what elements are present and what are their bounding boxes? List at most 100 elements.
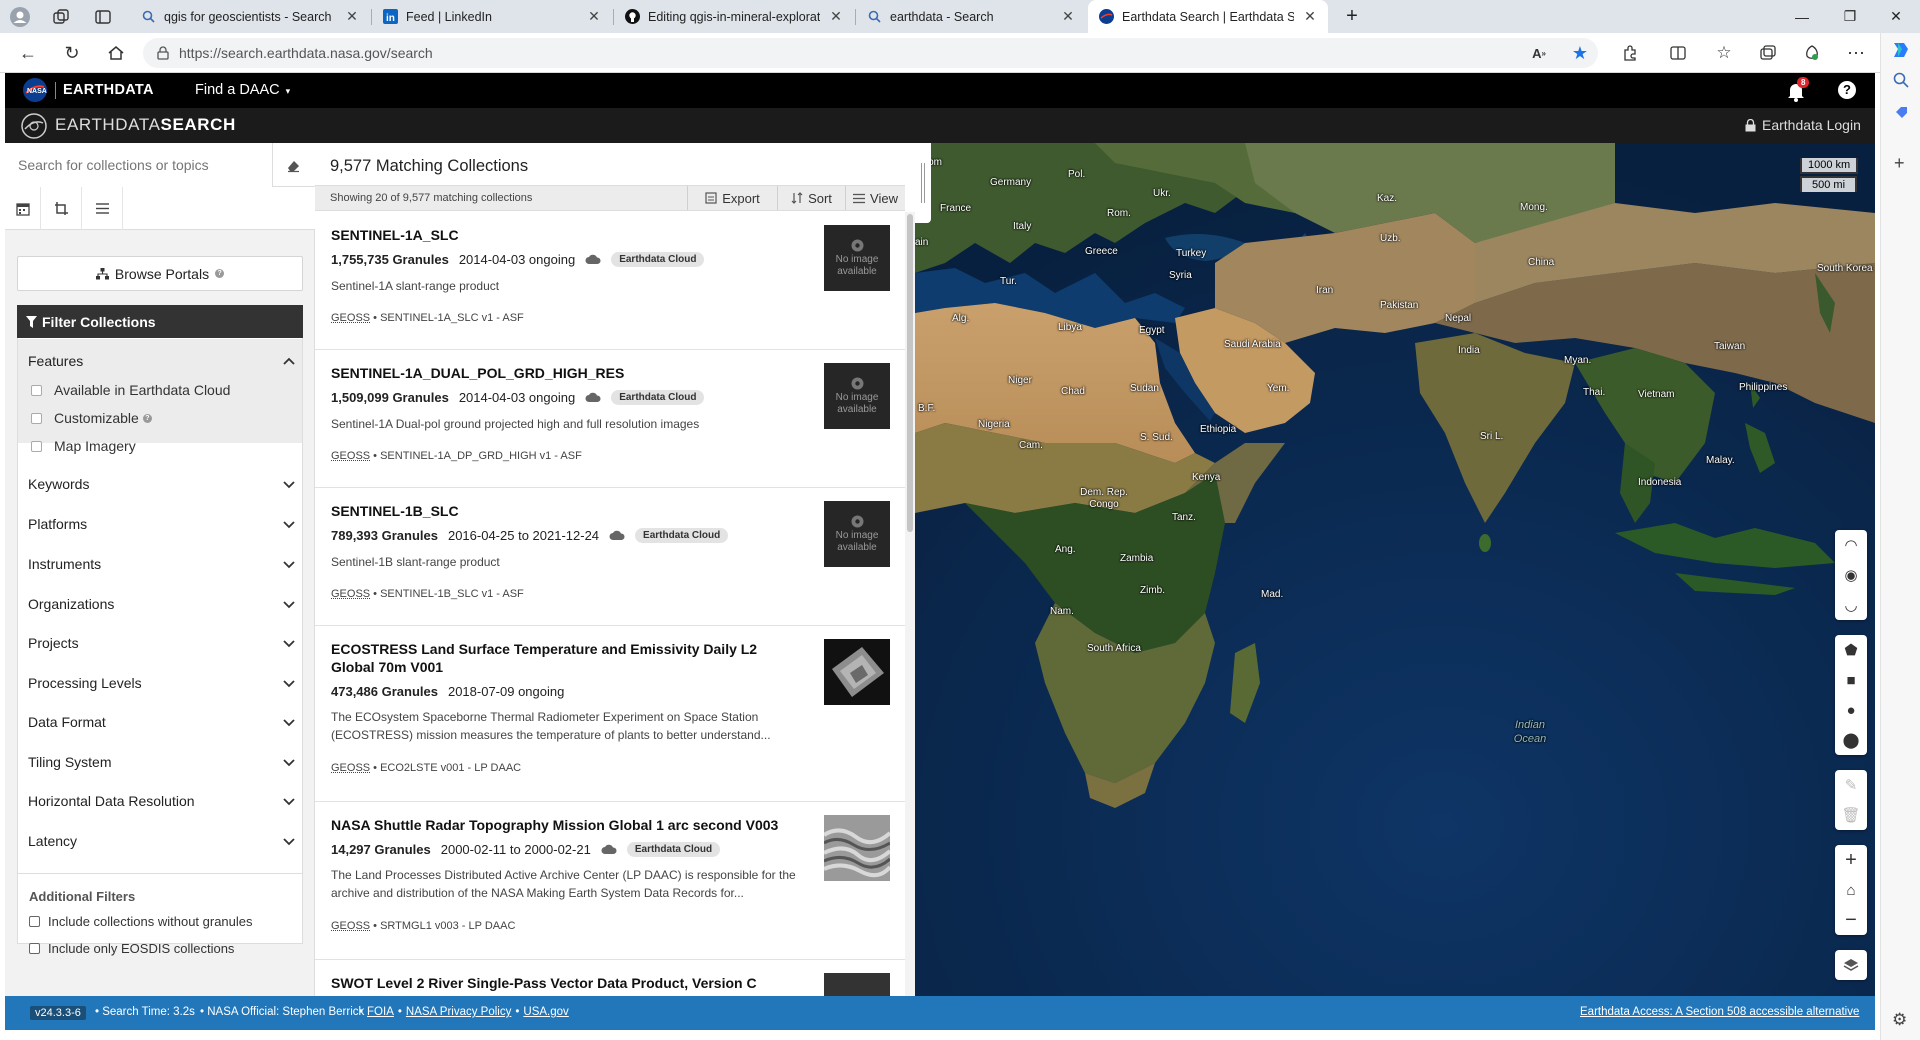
collection-thumbnail[interactable] <box>824 815 890 881</box>
geoss-tag[interactable]: GEOSS <box>331 312 370 324</box>
results-scrollbar-thumb[interactable] <box>907 214 913 532</box>
profile-icon[interactable] <box>10 7 30 27</box>
tab-github[interactable]: Editing qgis-in-mineral-exploratio ✕ <box>614 0 854 33</box>
collection-thumbnail[interactable] <box>824 639 890 705</box>
collection-title[interactable]: SENTINEL-1A_DUAL_POL_GRD_HIGH_RES <box>331 364 801 382</box>
nasa-meatball-logo[interactable] <box>21 113 47 139</box>
geoss-tag[interactable]: GEOSS <box>331 762 370 774</box>
earthdata-search-brand[interactable]: EARTHDATASEARCH <box>55 115 236 135</box>
globe-projection-icon[interactable]: ◉ <box>1835 560 1867 590</box>
url-field[interactable]: https://search.earthdata.nasa.gov/search <box>143 38 1598 68</box>
facet-data-format[interactable]: Data Format <box>2 702 302 742</box>
extensions-icon[interactable] <box>1616 41 1644 65</box>
copilot-icon[interactable] <box>1890 39 1912 61</box>
add-sidebar-icon[interactable]: + <box>1894 153 1905 174</box>
facet-instruments[interactable]: Instruments <box>2 544 302 584</box>
layers-icon[interactable] <box>1835 950 1867 980</box>
usa-gov-link[interactable]: USA.gov <box>523 1006 568 1018</box>
lock-icon[interactable] <box>157 46 169 60</box>
facet-platforms[interactable]: Platforms <box>2 504 302 544</box>
clear-search-eraser-icon[interactable] <box>285 157 301 173</box>
close-window-button[interactable]: ✕ <box>1874 0 1918 33</box>
close-tab-icon[interactable]: ✕ <box>828 8 844 25</box>
browser-essentials-icon[interactable] <box>1798 41 1826 65</box>
facet-projects[interactable]: Projects <box>2 623 302 663</box>
tab-qgis-search[interactable]: qgis for geoscientists - Search ✕ <box>130 0 370 33</box>
polygon-icon[interactable]: ⬟ <box>1835 635 1867 665</box>
restore-button[interactable]: ❐ <box>1828 0 1872 33</box>
facet-organizations[interactable]: Organizations <box>2 584 302 624</box>
settings-gear-icon[interactable]: ⚙ <box>1892 1010 1907 1030</box>
minimize-button[interactable]: — <box>1780 0 1824 33</box>
facet-keywords[interactable]: Keywords <box>2 464 302 504</box>
checkbox[interactable] <box>31 384 42 396</box>
calendar-icon[interactable] <box>5 187 41 230</box>
circle-icon[interactable]: ● <box>1835 695 1867 725</box>
earthdata-brand[interactable]: EARTHDATA <box>63 82 154 98</box>
rectangle-icon[interactable]: ■ <box>1835 665 1867 695</box>
nasa-logo[interactable]: NASA <box>23 78 47 102</box>
additional-option-eosdis-only[interactable]: Include only EOSDIS collections <box>29 941 234 956</box>
collection-title[interactable]: SWOT Level 2 River Single-Pass Vector Da… <box>331 974 801 992</box>
checkbox[interactable] <box>29 943 40 954</box>
tools-icon[interactable] <box>1892 103 1910 121</box>
tab-earthdata-active[interactable]: Earthdata Search | Earthdata Sear ✕ <box>1088 0 1328 33</box>
checkbox[interactable] <box>31 412 42 424</box>
search-icon[interactable] <box>1892 71 1910 89</box>
more-menu-icon[interactable]: ⋯ <box>1842 41 1870 65</box>
find-daac-menu[interactable]: Find a DAAC ▾ <box>195 82 290 98</box>
facet-features[interactable]: Features <box>2 341 302 381</box>
new-tab-button[interactable]: + <box>1330 0 1374 33</box>
map-view[interactable]: gdom Germany Pol. Ukr. Kaz. Mong. France… <box>915 143 1875 996</box>
facet-latency[interactable]: Latency <box>2 821 302 861</box>
results-scrollbar-track[interactable] <box>905 212 915 996</box>
browse-portals-button[interactable]: Browse Portals ? <box>17 256 303 291</box>
collection-title[interactable]: SENTINEL-1A_SLC <box>331 226 801 244</box>
close-tab-icon[interactable]: ✕ <box>1302 8 1318 25</box>
additional-option-without-granules[interactable]: Include collections without granules <box>29 914 253 929</box>
spatial-crop-icon[interactable] <box>42 187 82 230</box>
geoss-tag[interactable]: GEOSS <box>331 450 370 462</box>
south-pole-icon[interactable]: ◡ <box>1835 590 1867 620</box>
foia-link[interactable]: FOIA <box>367 1006 394 1018</box>
panel-resize-handle[interactable] <box>915 143 931 223</box>
home-icon[interactable] <box>102 41 130 65</box>
tab-linkedin[interactable]: in Feed | LinkedIn ✕ <box>372 0 612 33</box>
zoom-out-icon[interactable]: − <box>1835 905 1867 935</box>
notifications-bell-icon[interactable]: 8 <box>1785 77 1810 102</box>
facet-processing-levels[interactable]: Processing Levels <box>2 663 302 703</box>
info-icon[interactable]: ? <box>142 413 152 423</box>
collection-card[interactable]: ECOSTRESS Land Surface Temperature and E… <box>315 626 905 802</box>
help-icon[interactable]: ? <box>1838 81 1856 99</box>
collection-thumbnail[interactable] <box>824 973 890 996</box>
close-tab-icon[interactable]: ✕ <box>1060 8 1076 25</box>
accessible-alternative-link[interactable]: Earthdata Access: A Section 508 accessib… <box>1580 1006 1859 1018</box>
collection-card[interactable]: SENTINEL-1B_SLC 789,393 Granules 2016-04… <box>315 488 905 626</box>
facet-horizontal-resolution[interactable]: Horizontal Data Resolution <box>2 781 302 821</box>
collection-card[interactable]: SENTINEL-1A_DUAL_POL_GRD_HIGH_RES 1,509,… <box>315 350 905 488</box>
collection-thumbnail[interactable]: No image available <box>824 225 890 291</box>
collection-search-input[interactable] <box>5 143 273 187</box>
collection-card[interactable]: NASA Shuttle Radar Topography Mission Gl… <box>315 802 905 960</box>
checkbox[interactable] <box>31 440 42 452</box>
collection-title[interactable]: ECOSTRESS Land Surface Temperature and E… <box>331 640 801 676</box>
trash-icon[interactable]: 🗑 <box>1835 800 1867 830</box>
close-tab-icon[interactable]: ✕ <box>344 8 360 25</box>
feature-option-customizable[interactable]: Customizable ? <box>31 410 152 426</box>
zoom-in-icon[interactable]: + <box>1835 845 1867 875</box>
info-icon[interactable]: ? <box>215 269 225 278</box>
rotate-north-icon[interactable]: ◠ <box>1835 530 1867 560</box>
workspaces-icon[interactable] <box>52 8 70 26</box>
close-tab-icon[interactable]: ✕ <box>586 8 602 25</box>
collection-title[interactable]: NASA Shuttle Radar Topography Mission Gl… <box>331 816 801 834</box>
feature-option-map-imagery[interactable]: Map Imagery <box>31 438 136 454</box>
tab-earthdata-search[interactable]: earthdata - Search ✕ <box>856 0 1086 33</box>
read-aloud-icon[interactable]: A» <box>1525 41 1553 65</box>
earthdata-login-button[interactable]: Earthdata Login <box>1745 117 1861 133</box>
sort-button[interactable]: Sort <box>777 186 845 210</box>
back-arrow-icon[interactable]: ← <box>14 41 42 65</box>
edit-pencil-icon[interactable]: ✎ <box>1835 770 1867 800</box>
geoss-tag[interactable]: GEOSS <box>331 920 370 932</box>
home-extent-icon[interactable]: ⌂ <box>1835 875 1867 905</box>
favorites-icon[interactable]: ☆ <box>1710 41 1738 65</box>
